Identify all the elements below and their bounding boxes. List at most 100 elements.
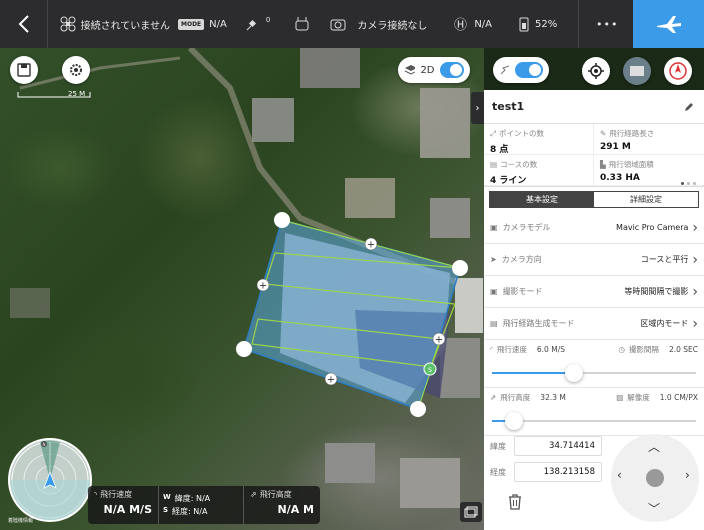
battery-percent: 52%	[535, 18, 558, 30]
layers-icon	[404, 65, 416, 75]
radar-display: N	[10, 440, 90, 520]
back-button[interactable]	[0, 0, 48, 48]
signal-value: N/A	[474, 18, 493, 30]
speed-interval-block: ◜ 飛行速度 6.0 M/S ◷ 撮影間隔 2.0 SEC	[484, 340, 704, 388]
locate-button[interactable]	[582, 57, 610, 85]
direction-icon: ➤	[490, 255, 497, 264]
longitude-telemetry: 経度: N/A	[172, 507, 208, 516]
route-mode-row[interactable]: ▤ 飛行経路生成モード 区域内モード ›	[484, 308, 704, 340]
satellite-icon	[246, 19, 256, 31]
slider-thumb[interactable]	[564, 364, 583, 382]
path-length-icon: ✎	[600, 129, 607, 138]
altitude-icon: ⇗	[250, 490, 257, 499]
chevron-left-icon	[18, 15, 29, 33]
coordinates-block: 緯度 34.714414 経度 138.213158	[484, 430, 610, 482]
altitude-telemetry-value: N/A M	[277, 503, 314, 516]
scale-label: 25 M	[68, 90, 86, 98]
more-dots-icon: •••	[596, 17, 619, 31]
vertex-handle[interactable]	[236, 341, 252, 357]
longitude-row: 経度 138.213158	[490, 462, 610, 482]
vertex-handle[interactable]	[452, 260, 468, 276]
altitude-icon: ⇗	[490, 393, 497, 402]
tab-basic-settings[interactable]: 基本設定	[490, 192, 594, 207]
svg-text:Ⓗ: Ⓗ	[454, 18, 467, 32]
mission-name: test1	[492, 100, 525, 113]
svg-text:+: +	[259, 281, 267, 292]
stat-courses: ▤ コースの数 4 ライン	[484, 155, 594, 186]
camera-view-thumbnail[interactable]	[623, 57, 651, 85]
fly-button[interactable]	[633, 0, 704, 48]
connection-status: 接続されていません	[60, 16, 170, 32]
latitude-field[interactable]: 34.714414	[514, 436, 602, 456]
speed-telemetry: ◝ 飛行速度 N/A M/S	[94, 490, 152, 516]
vertex-handle[interactable]	[274, 212, 290, 228]
camera-icon: ▣	[490, 223, 498, 232]
compass-button[interactable]	[664, 57, 692, 85]
waypoint-icon: ⤢	[490, 128, 496, 138]
top-status-bar: 接続されていません MODE N/A 0 カメラ接続なし Ⓗ N/A 52% •…	[0, 0, 704, 48]
connection-status-text: 接続されていません	[80, 20, 170, 32]
mission-stats: ⤢ ポイントの数 8 点 ✎ 飛行経路長さ 291 M ▤ コースの数 4 ライン ▙…	[484, 124, 704, 187]
add-point-handle[interactable]: +	[256, 278, 270, 292]
dpad-center[interactable]	[646, 469, 664, 487]
longitude-field[interactable]: 138.213158	[514, 462, 602, 482]
delete-button[interactable]	[508, 494, 522, 512]
flight-altitude-slider[interactable]	[492, 412, 696, 430]
stat-value: 291 M	[600, 142, 631, 152]
stat-waypoints: ⤢ ポイントの数 8 点	[484, 124, 594, 155]
path-display-switch[interactable]	[515, 62, 543, 78]
satellite-count: 0	[265, 16, 271, 24]
mission-header: test1	[484, 90, 704, 124]
add-point-handle[interactable]: +	[324, 372, 338, 386]
flight-mode-status: MODE N/A	[178, 18, 227, 30]
save-button[interactable]	[10, 56, 38, 84]
chevron-right-icon: ›	[692, 251, 698, 268]
chevron-right-icon: ›	[475, 102, 480, 114]
edit-icon[interactable]	[684, 102, 694, 112]
speed-icon: ◝	[94, 490, 98, 499]
add-point-handle[interactable]: +	[432, 332, 446, 346]
flight-altitude-value: 32.3 M	[540, 393, 566, 402]
shoot-mode-icon: ▣	[490, 287, 498, 296]
vertex-handle[interactable]	[410, 401, 426, 417]
svg-text:+: +	[435, 335, 443, 346]
svg-text:+: +	[367, 240, 375, 251]
chevron-down-icon[interactable]: ﹀	[648, 500, 660, 517]
panel-collapse-button[interactable]: ›	[471, 92, 484, 124]
chevron-left-icon[interactable]: ‹	[617, 468, 622, 482]
settings-tabs: 基本設定 詳細設定	[489, 191, 699, 208]
camera-status: カメラ接続なし	[330, 17, 427, 32]
camera-model-row[interactable]: ▣ カメラモデル Mavic Pro Camera ›	[484, 212, 704, 244]
route-mode-value: 区域内モード	[640, 319, 689, 328]
camera-direction-value: コースと平行	[640, 255, 689, 264]
save-icon	[17, 63, 31, 77]
map-layer-button[interactable]	[460, 502, 482, 522]
flight-speed-slider[interactable]	[492, 364, 696, 382]
more-button[interactable]: •••	[596, 18, 618, 31]
camera-model-value: Mavic Pro Camera	[616, 223, 689, 232]
add-point-handle[interactable]: +	[364, 237, 378, 251]
route-icon	[500, 65, 510, 75]
start-point-marker: S	[423, 362, 437, 376]
camera-feed-icon	[630, 66, 644, 76]
path-display-toggle[interactable]	[493, 57, 549, 83]
tab-advanced-settings[interactable]: 詳細設定	[594, 192, 698, 207]
chevron-right-icon[interactable]: ›	[685, 468, 690, 482]
gear-icon	[70, 64, 82, 76]
controller-icon	[295, 17, 309, 31]
altitude-telemetry: ⇗ 飛行高度 N/A M	[250, 490, 314, 516]
route-mode-icon: ▤	[490, 319, 498, 328]
slider-thumb[interactable]	[505, 412, 524, 430]
shoot-mode-row[interactable]: ▣ 撮影モード 等時間間隔で撮影 ›	[484, 276, 704, 308]
svg-text:+: +	[327, 375, 335, 386]
position-dpad[interactable]: ︿ ﹀ ‹ ›	[611, 434, 699, 522]
mission-panel: test1 ⤢ ポイントの数 8 点 ✎ 飛行経路長さ 291 M ▤ コースの数 4…	[484, 90, 704, 530]
view-mode-toggle[interactable]: 2D	[398, 57, 470, 83]
camera-direction-row[interactable]: ➤ カメラ方向 コースと平行 ›	[484, 244, 704, 276]
view-mode-switch[interactable]	[439, 62, 464, 78]
settings-button[interactable]	[62, 56, 90, 84]
remote-controller-status	[294, 16, 310, 32]
camera-status-text: カメラ接続なし	[357, 20, 428, 32]
chevron-up-icon[interactable]: ︿	[648, 438, 660, 455]
chevron-right-icon: ›	[692, 219, 698, 236]
